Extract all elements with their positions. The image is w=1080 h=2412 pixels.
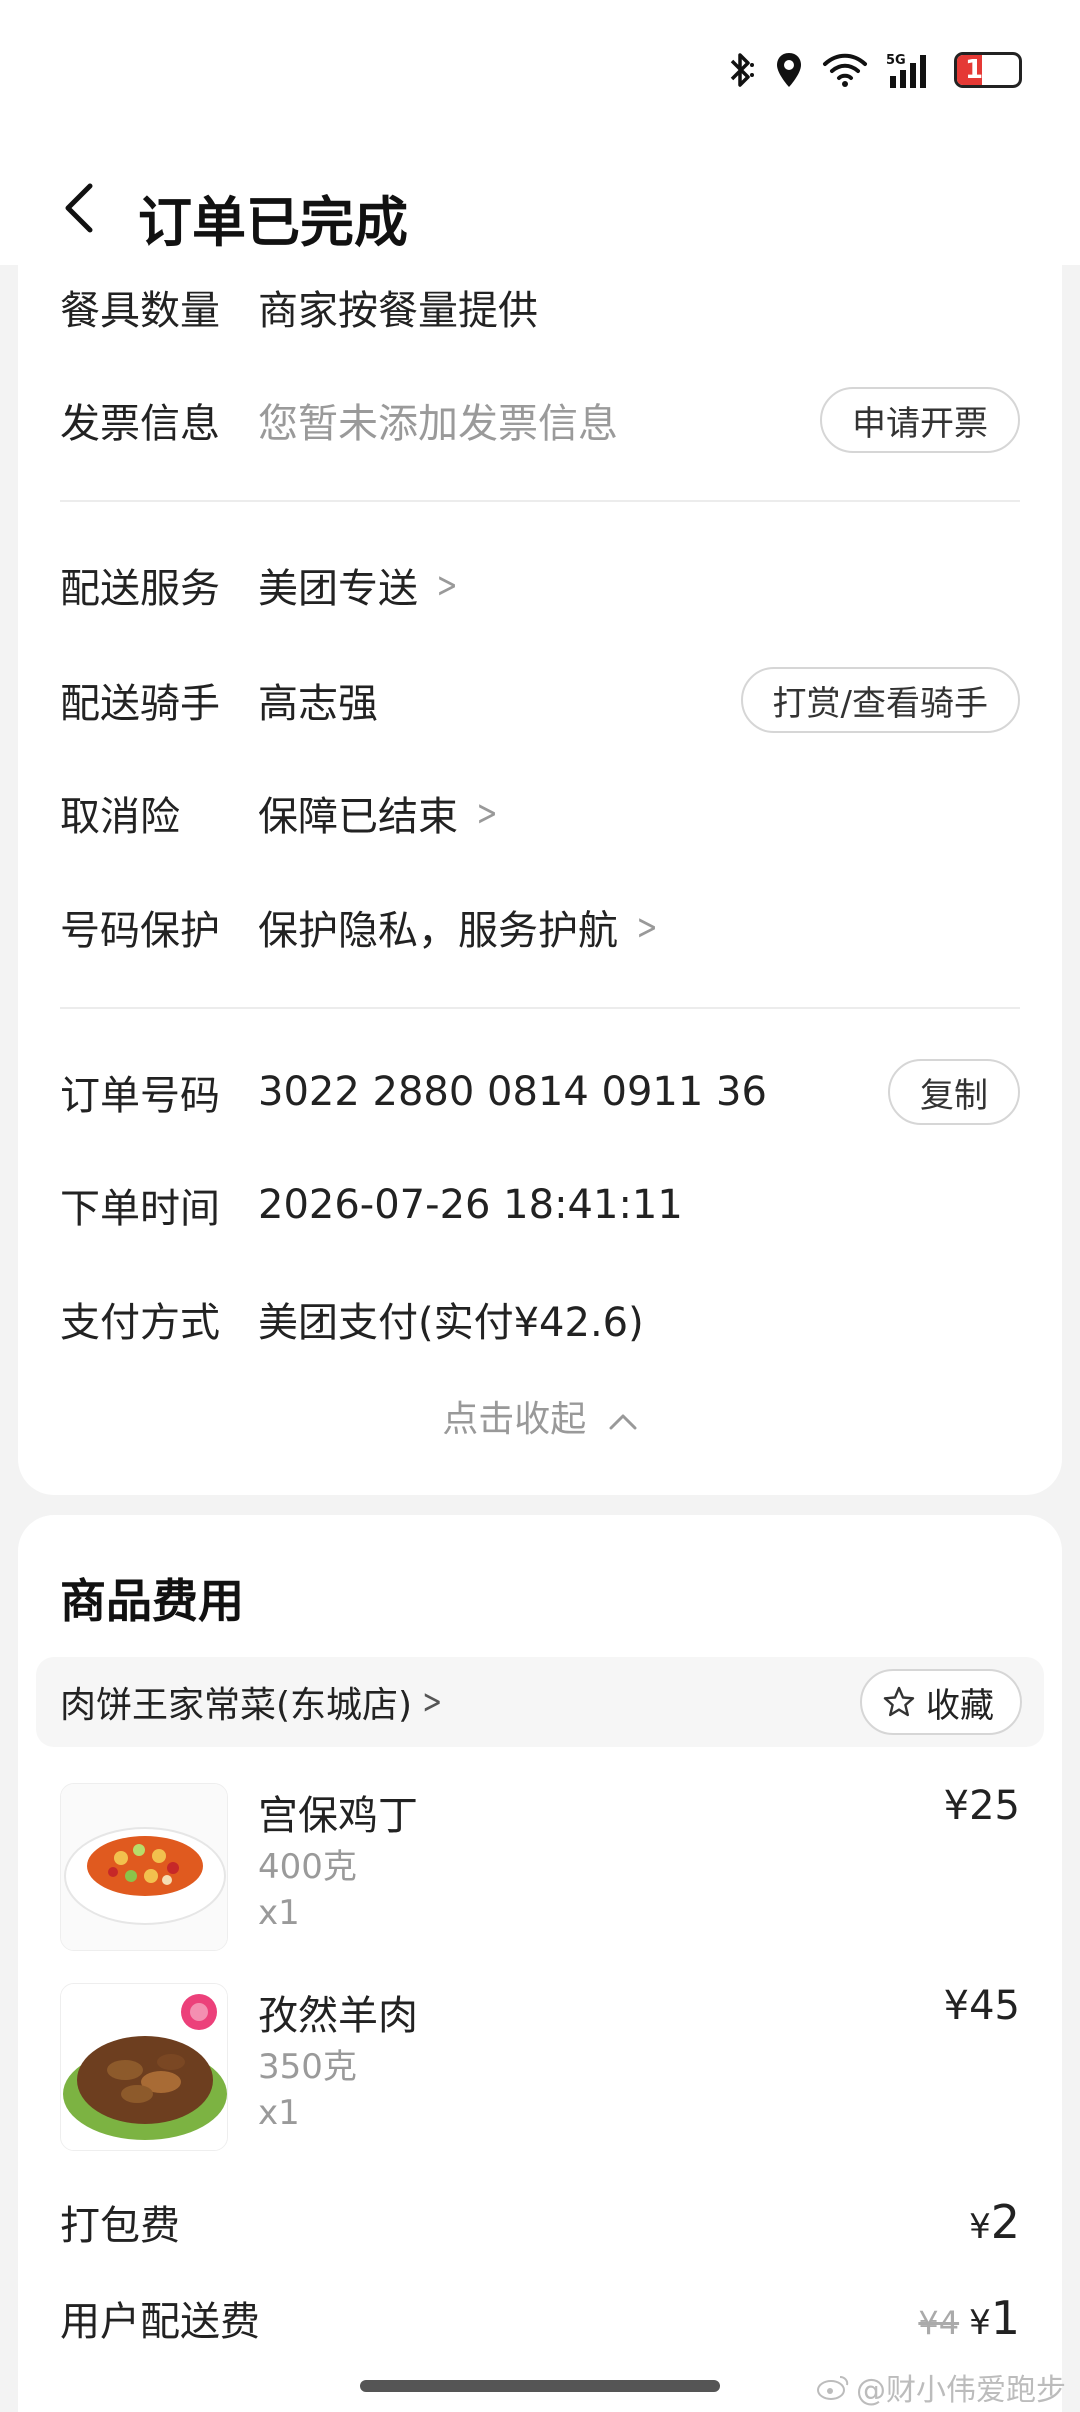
list-item[interactable]: 孜然羊肉 350克 x1 ¥45 (60, 1983, 1020, 2153)
packing-fee-row: 打包费 ¥2 (60, 2187, 1020, 2257)
goods-fee-card: 商品费用 肉饼王家常菜(东城店) > 收藏 宫保鸡丁 400克 x1 ¥25 孜… (18, 1515, 1062, 2412)
chevron-right-icon: > (422, 1682, 443, 1722)
cancel-insurance-label: 取消险 (60, 794, 180, 840)
favorite-button[interactable]: 收藏 (860, 1669, 1022, 1735)
order-time-row: 下单时间 2026-07-26 18:41:11 (60, 1165, 1020, 1245)
chevron-right-icon: > (476, 792, 498, 834)
chevron-right-icon: > (436, 564, 458, 606)
apply-invoice-button[interactable]: 申请开票 (820, 387, 1020, 453)
goods-fee-title: 商品费用 (60, 1574, 244, 1628)
store-bar: 肉饼王家常菜(东城店) > 收藏 (36, 1657, 1044, 1747)
favorite-label: 收藏 (926, 1685, 994, 1726)
tableware-row: 餐具数量 商家按餐量提供 (60, 267, 1020, 347)
item-price: ¥45 (943, 1983, 1020, 2029)
tableware-label: 餐具数量 (60, 288, 220, 334)
number-protect-label: 号码保护 (60, 908, 220, 954)
svg-text:5G: 5G (886, 53, 906, 68)
location-icon (777, 53, 801, 87)
chevron-up-icon (609, 1414, 637, 1430)
divider (60, 500, 1020, 502)
star-icon (883, 1686, 915, 1717)
rider-label: 配送骑手 (60, 681, 220, 727)
item-name: 孜然羊肉 (258, 1993, 418, 2039)
delivery-fee-label: 用户配送费 (60, 2299, 260, 2345)
list-item[interactable]: 宫保鸡丁 400克 x1 ¥25 (60, 1783, 1020, 1953)
delivery-service-value: 美团专送 (258, 566, 418, 612)
bluetooth-icon (730, 53, 754, 87)
payment-row: 支付方式 美团支付(实付¥42.6) (60, 1279, 1020, 1359)
rider-row: 配送骑手 高志强 打赏/查看骑手 (60, 660, 1020, 740)
delivery-service-label: 配送服务 (60, 566, 220, 612)
page-title: 订单已完成 (138, 191, 408, 254)
item-name: 宫保鸡丁 (258, 1793, 418, 1839)
item-spec: 350克 (258, 2047, 357, 2087)
collapse-label: 点击收起 (442, 1399, 587, 1440)
item-qty: x1 (258, 2093, 300, 2133)
home-indicator[interactable] (360, 2380, 720, 2392)
packing-fee-label: 打包费 (60, 2203, 180, 2249)
rider-value: 高志强 (258, 681, 378, 727)
delivery-fee-row: 用户配送费 ¥4 ¥1 (60, 2283, 1020, 2353)
order-time-label: 下单时间 (60, 1186, 220, 1232)
invoice-label: 发票信息 (60, 401, 220, 447)
cancel-insurance-row[interactable]: 取消险 保障已结束 > (60, 773, 1020, 853)
order-time-value: 2026-07-26 18:41:11 (258, 1182, 683, 1228)
cancel-insurance-value: 保障已结束 (258, 794, 458, 840)
invoice-value: 您暂未添加发票信息 (258, 401, 618, 447)
nav-bar: 订单已完成 (0, 140, 1080, 265)
wifi-icon (823, 53, 867, 87)
currency-symbol: ¥ (969, 2207, 991, 2247)
delivery-fee-value: 1 (990, 2291, 1020, 2345)
chevron-right-icon: > (636, 906, 658, 948)
store-name: 肉饼王家常菜(东城店) (60, 1685, 413, 1726)
packing-fee-value: 2 (990, 2195, 1020, 2249)
payment-label: 支付方式 (60, 1300, 220, 1346)
back-arrow-icon[interactable] (58, 180, 102, 236)
order-number-value: 3022 2880 0814 0911 36 (258, 1069, 767, 1115)
delivery-fee-original: ¥4 (918, 2304, 960, 2342)
status-icons: 5G 18 (726, 46, 1022, 94)
copy-button[interactable]: 复制 (888, 1059, 1020, 1125)
payment-value: 美团支付(实付¥42.6) (258, 1300, 644, 1346)
invoice-row: 发票信息 您暂未添加发票信息 申请开票 (60, 380, 1020, 460)
watermark: @财小伟爱跑步 (816, 2365, 1066, 2409)
weibo-icon (817, 2376, 849, 2400)
number-protect-value: 保护隐私，服务护航 (258, 908, 618, 954)
delivery-fee-amount: ¥4 ¥1 (918, 2291, 1020, 2345)
watermark-text: @财小伟爱跑步 (856, 2373, 1066, 2408)
item-qty: x1 (258, 1893, 300, 1933)
number-protect-row[interactable]: 号码保护 保护隐私，服务护航 > (60, 887, 1020, 967)
item-spec: 400克 (258, 1847, 357, 1887)
tableware-value: 商家按餐量提供 (258, 288, 538, 334)
item-price: ¥25 (943, 1783, 1020, 1829)
collapse-toggle[interactable]: 点击收起 (18, 1390, 1062, 1442)
kung-pao-chicken-image (60, 1783, 228, 1951)
packing-fee-amount: ¥2 (969, 2195, 1020, 2249)
order-number-row: 订单号码 3022 2880 0814 0911 36 复制 (60, 1052, 1020, 1132)
store-link[interactable]: 肉饼王家常菜(东城店) > (60, 1676, 447, 1728)
currency-symbol: ¥ (969, 2303, 991, 2343)
signal-5g-icon: 5G (886, 53, 926, 88)
status-bar: 5G 18 (0, 0, 1080, 140)
order-number-label: 订单号码 (60, 1073, 220, 1119)
battery-icon: 18 (954, 52, 1022, 88)
divider (60, 1007, 1020, 1009)
delivery-service-row[interactable]: 配送服务 美团专送 > (60, 545, 1020, 625)
cumin-lamb-image (60, 1983, 228, 2151)
order-info-card: 餐具数量 商家按餐量提供 发票信息 您暂未添加发票信息 申请开票 配送服务 美团… (18, 265, 1062, 1495)
battery-level: 18 (965, 55, 1002, 85)
tip-view-rider-button[interactable]: 打赏/查看骑手 (740, 667, 1020, 733)
